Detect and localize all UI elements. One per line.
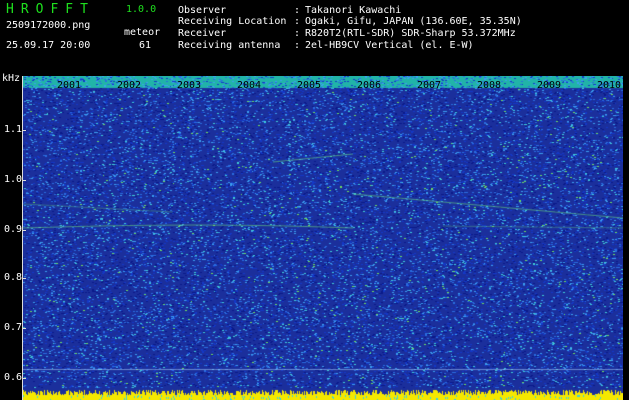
info-key-observer: Observer (178, 5, 227, 16)
y-tick-mark (22, 328, 26, 329)
y-tick-label: 0.7 (3, 322, 22, 333)
y-axis-line (22, 76, 23, 400)
x-tick-label: 2007 (416, 80, 442, 91)
x-tick-label: 2004 (236, 80, 262, 91)
app-title: HROFFT (6, 2, 95, 17)
x-tick-label: 2001 (56, 80, 82, 91)
info-separator: : (294, 16, 301, 27)
y-tick-mark (22, 230, 26, 231)
y-tick-label: 1.0 (3, 174, 22, 185)
info-value-antenna: 2el-HB9CV Vertical (el. E-W) (305, 40, 474, 51)
info-separator: : (294, 40, 301, 51)
x-tick-label: 2005 (296, 80, 322, 91)
info-key-receiver: Receiver (178, 28, 227, 39)
x-tick-label: 2006 (356, 80, 382, 91)
x-tick-label: 2002 (116, 80, 142, 91)
y-tick-mark (22, 130, 26, 131)
info-separator: : (294, 28, 301, 39)
timestamp: 25.09.17 20:00 (6, 40, 91, 51)
app-version: 1.0.0 (126, 4, 157, 15)
y-tick-mark (22, 378, 26, 379)
info-value-receiver: R820T2(RTL-SDR) SDR-Sharp 53.372MHz (305, 28, 516, 39)
y-tick-mark (22, 278, 26, 279)
y-tick-label: 1.1 (3, 124, 22, 135)
count-value: 61 (139, 40, 152, 51)
x-tick-label: 2009 (536, 80, 562, 91)
y-tick-label: 0.8 (3, 272, 22, 283)
info-value-location: Ogaki, Gifu, JAPAN (136.60E, 35.35N) (305, 16, 522, 27)
x-tick-label: 2008 (476, 80, 502, 91)
info-key-location: Receiving Location (178, 16, 287, 27)
info-separator: : (294, 5, 301, 16)
y-axis-unit-label: kHz (2, 73, 21, 84)
y-tick-mark (22, 180, 26, 181)
spectrogram-plot (23, 76, 623, 400)
spectrogram-canvas (23, 76, 623, 400)
x-tick-label: 2010 (596, 80, 622, 91)
y-tick-label: 0.6 (3, 372, 22, 383)
info-value-observer: Takanori Kawachi (305, 5, 402, 16)
info-key-antenna: Receiving antenna (178, 40, 281, 51)
y-tick-label: 0.9 (3, 224, 22, 235)
x-tick-label: 2003 (176, 80, 202, 91)
file-name: 2509172000.png (6, 20, 91, 31)
mode-label: meteor (124, 27, 161, 38)
